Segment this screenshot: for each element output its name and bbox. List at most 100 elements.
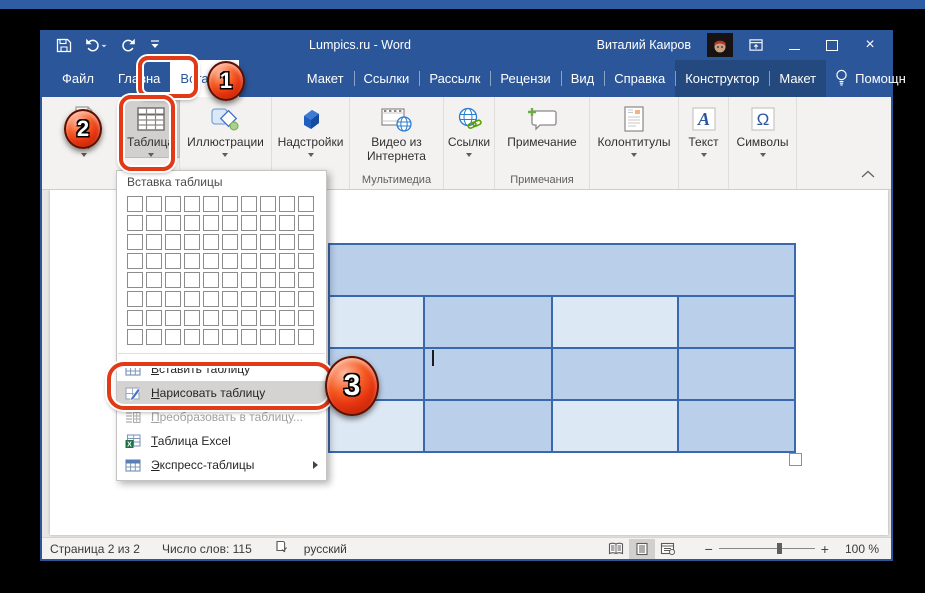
grid-cell[interactable] (279, 196, 295, 212)
table-cell[interactable] (330, 245, 794, 295)
symbols-button[interactable]: Ω Символы (732, 100, 794, 157)
grid-cell[interactable] (241, 234, 257, 250)
grid-cell[interactable] (203, 215, 219, 231)
grid-cell[interactable] (203, 234, 219, 250)
grid-cell[interactable] (127, 253, 143, 269)
grid-cell[interactable] (298, 253, 314, 269)
grid-cell[interactable] (222, 215, 238, 231)
grid-cell[interactable] (127, 272, 143, 288)
grid-cell[interactable] (241, 215, 257, 231)
table-cell[interactable] (679, 401, 794, 451)
grid-cell[interactable] (184, 329, 200, 345)
grid-cell[interactable] (203, 196, 219, 212)
grid-cell[interactable] (203, 291, 219, 307)
grid-cell[interactable] (165, 310, 181, 326)
tab-file[interactable]: Файл (48, 60, 108, 97)
user-name[interactable]: Виталий Каиров (597, 38, 691, 52)
grid-cell[interactable] (298, 234, 314, 250)
tab-help[interactable]: Справка (604, 60, 675, 97)
grid-cell[interactable] (146, 329, 162, 345)
grid-cell[interactable] (279, 272, 295, 288)
word-count[interactable]: Число слов: 115 (162, 542, 252, 556)
grid-cell[interactable] (146, 215, 162, 231)
grid-cell[interactable] (165, 253, 181, 269)
grid-cell[interactable] (298, 291, 314, 307)
grid-cell[interactable] (260, 215, 276, 231)
maximize-button[interactable] (825, 38, 839, 52)
grid-cell[interactable] (165, 272, 181, 288)
table-cell[interactable] (425, 349, 551, 399)
illustrations-button[interactable]: Иллюстрации (182, 100, 269, 157)
grid-cell[interactable] (298, 215, 314, 231)
grid-cell[interactable] (146, 310, 162, 326)
zoom-out-button[interactable]: − (699, 541, 719, 557)
grid-cell[interactable] (260, 196, 276, 212)
grid-cell[interactable] (241, 272, 257, 288)
language-indicator[interactable]: русский (304, 542, 347, 556)
grid-cell[interactable] (279, 329, 295, 345)
grid-cell[interactable] (165, 215, 181, 231)
grid-cell[interactable] (165, 196, 181, 212)
table-cell[interactable] (330, 297, 423, 347)
grid-cell[interactable] (298, 196, 314, 212)
grid-cell[interactable] (146, 234, 162, 250)
grid-cell[interactable] (127, 234, 143, 250)
grid-cell[interactable] (222, 310, 238, 326)
grid-cell[interactable] (298, 310, 314, 326)
grid-cell[interactable] (127, 291, 143, 307)
tab-references[interactable]: Ссылки (354, 60, 420, 97)
grid-cell[interactable] (203, 272, 219, 288)
user-avatar[interactable] (707, 33, 733, 57)
grid-cell[interactable] (222, 329, 238, 345)
web-layout-button[interactable] (655, 539, 681, 559)
tab-review[interactable]: Рецензи (490, 60, 560, 97)
grid-cell[interactable] (241, 329, 257, 345)
grid-cell[interactable] (203, 329, 219, 345)
tab-layout[interactable]: Макет (297, 60, 354, 97)
grid-cell[interactable] (260, 253, 276, 269)
grid-cell[interactable] (260, 329, 276, 345)
read-mode-button[interactable] (603, 539, 629, 559)
tab-table-design[interactable]: Конструктор (675, 60, 769, 97)
table-cell[interactable] (425, 297, 551, 347)
grid-cell[interactable] (146, 196, 162, 212)
grid-cell[interactable] (241, 291, 257, 307)
grid-cell[interactable] (222, 196, 238, 212)
grid-cell[interactable] (184, 310, 200, 326)
grid-cell[interactable] (279, 291, 295, 307)
table-cell[interactable] (679, 349, 794, 399)
grid-cell[interactable] (146, 272, 162, 288)
grid-cell[interactable] (241, 196, 257, 212)
zoom-slider[interactable] (719, 548, 815, 549)
grid-cell[interactable] (184, 291, 200, 307)
text-button[interactable]: A Текст (679, 100, 729, 157)
grid-cell[interactable] (222, 291, 238, 307)
grid-cell[interactable] (165, 234, 181, 250)
links-button[interactable]: Ссылки (444, 100, 494, 157)
save-button[interactable] (56, 38, 72, 53)
grid-cell[interactable] (222, 234, 238, 250)
addins-button[interactable]: Надстройки (273, 100, 349, 157)
zoom-level[interactable]: 100 % (845, 542, 879, 556)
proofing-status-icon[interactable] (274, 540, 288, 557)
grid-cell[interactable] (260, 310, 276, 326)
table-cell[interactable] (679, 297, 794, 347)
tell-me-assistant[interactable]: Помощн (826, 60, 915, 97)
undo-button[interactable] (85, 38, 107, 52)
ribbon-display-options-button[interactable] (749, 38, 763, 52)
grid-cell[interactable] (279, 234, 295, 250)
grid-cell[interactable] (279, 253, 295, 269)
menu-item-excel-table[interactable]: X Таблица Excel (117, 429, 326, 453)
grid-cell[interactable] (165, 291, 181, 307)
grid-cell[interactable] (279, 215, 295, 231)
grid-cell[interactable] (260, 234, 276, 250)
grid-cell[interactable] (127, 329, 143, 345)
zoom-in-button[interactable]: + (815, 541, 835, 557)
grid-cell[interactable] (146, 291, 162, 307)
grid-cell[interactable] (203, 310, 219, 326)
tab-view[interactable]: Вид (561, 60, 605, 97)
grid-cell[interactable] (298, 329, 314, 345)
grid-cell[interactable] (184, 215, 200, 231)
table-cell[interactable] (425, 401, 551, 451)
grid-cell[interactable] (241, 253, 257, 269)
